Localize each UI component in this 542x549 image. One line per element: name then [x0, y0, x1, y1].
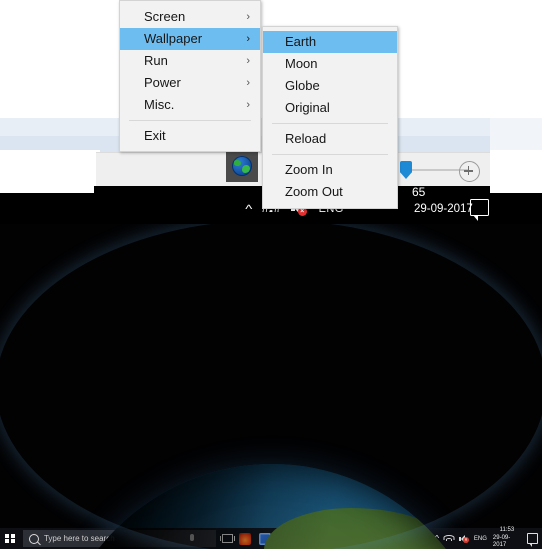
right-fill-upper	[490, 118, 542, 150]
submenu-item-globe[interactable]: Globe	[263, 75, 397, 97]
language-indicator[interactable]: ENG	[474, 536, 487, 542]
submenu-item-earth[interactable]: Earth	[263, 31, 397, 53]
tray-globe-button[interactable]	[226, 150, 258, 182]
chevron-right-icon: ›	[246, 55, 250, 67]
submenu-item-reload[interactable]: Reload	[263, 128, 397, 150]
clock-date-value: 29-09-2017	[414, 202, 473, 215]
taskbar-clock[interactable]: 11:53 29-09-2017	[493, 527, 521, 549]
submenu-item-label: Earth	[285, 34, 317, 49]
notification-icon[interactable]	[526, 533, 539, 547]
notification-icon[interactable]	[470, 199, 489, 221]
submenu-item-zoom-in[interactable]: Zoom In	[263, 159, 397, 181]
submenu-item-label: Globe	[285, 78, 320, 93]
submenu-separator	[272, 154, 388, 155]
globe-icon	[232, 156, 252, 176]
menu-item-run[interactable]: Run ›	[120, 50, 260, 72]
chevron-right-icon: ›	[246, 11, 250, 23]
search-icon	[28, 533, 39, 544]
wallpaper-submenu[interactable]: Earth Moon Globe Original Reload Zoom In…	[262, 26, 398, 209]
chevron-right-icon: ›	[246, 33, 250, 45]
taskbar-fill-left	[0, 193, 94, 224]
zoom-slider[interactable]	[398, 161, 468, 179]
menu-item-label: Wallpaper	[144, 31, 203, 46]
submenu-item-label: Zoom Out	[285, 184, 343, 199]
submenu-item-label: Reload	[285, 131, 327, 146]
menu-item-label: Run	[144, 53, 168, 68]
menu-item-exit[interactable]: Exit	[120, 125, 260, 147]
menu-item-power[interactable]: Power ›	[120, 72, 260, 94]
chevron-right-icon: ›	[246, 77, 250, 89]
menu-item-wallpaper[interactable]: Wallpaper ›	[120, 28, 260, 50]
clock-time: 11:53	[499, 527, 515, 534]
windows-start-icon[interactable]	[0, 528, 21, 549]
menu-item-misc[interactable]: Misc. ›	[120, 94, 260, 116]
taskbar-fill-right	[490, 193, 542, 224]
menu-item-label: Exit	[144, 128, 166, 143]
menu-item-label: Misc.	[144, 97, 175, 112]
clock-date-top[interactable]: 29-09-2017	[414, 193, 473, 224]
panel-left-fill	[0, 150, 100, 193]
speaker-muted-icon[interactable]: ×	[458, 534, 469, 543]
plus-circle-icon[interactable]	[459, 161, 480, 182]
tray-context-menu[interactable]: Screen › Wallpaper › Run › Power › Misc.…	[119, 0, 261, 152]
chevron-up-icon[interactable]: ^	[245, 203, 252, 215]
wallpaper-screenshot-region: Type here to search Y ^ × ENG 11:53 29-0…	[0, 224, 542, 549]
submenu-item-original[interactable]: Original	[263, 97, 397, 119]
menu-item-label: Screen	[144, 9, 186, 24]
submenu-item-label: Original	[285, 100, 330, 115]
submenu-item-moon[interactable]: Moon	[263, 53, 397, 75]
top-screenshot-region: ^ × ENG 65 29-09-2017 Screen › Wallpaper…	[0, 0, 542, 224]
menu-item-label: Power	[144, 75, 181, 90]
submenu-item-label: Zoom In	[285, 162, 333, 177]
menu-separator	[129, 120, 251, 121]
chevron-right-icon: ›	[246, 99, 250, 111]
menu-item-screen[interactable]: Screen ›	[120, 6, 260, 28]
slider-thumb[interactable]	[400, 161, 412, 179]
submenu-separator	[272, 123, 388, 124]
submenu-item-label: Moon	[285, 56, 318, 71]
right-fill-lower	[490, 150, 542, 193]
submenu-item-zoom-out[interactable]: Zoom Out	[263, 181, 397, 203]
clock-date: 29-09-2017	[492, 534, 511, 549]
